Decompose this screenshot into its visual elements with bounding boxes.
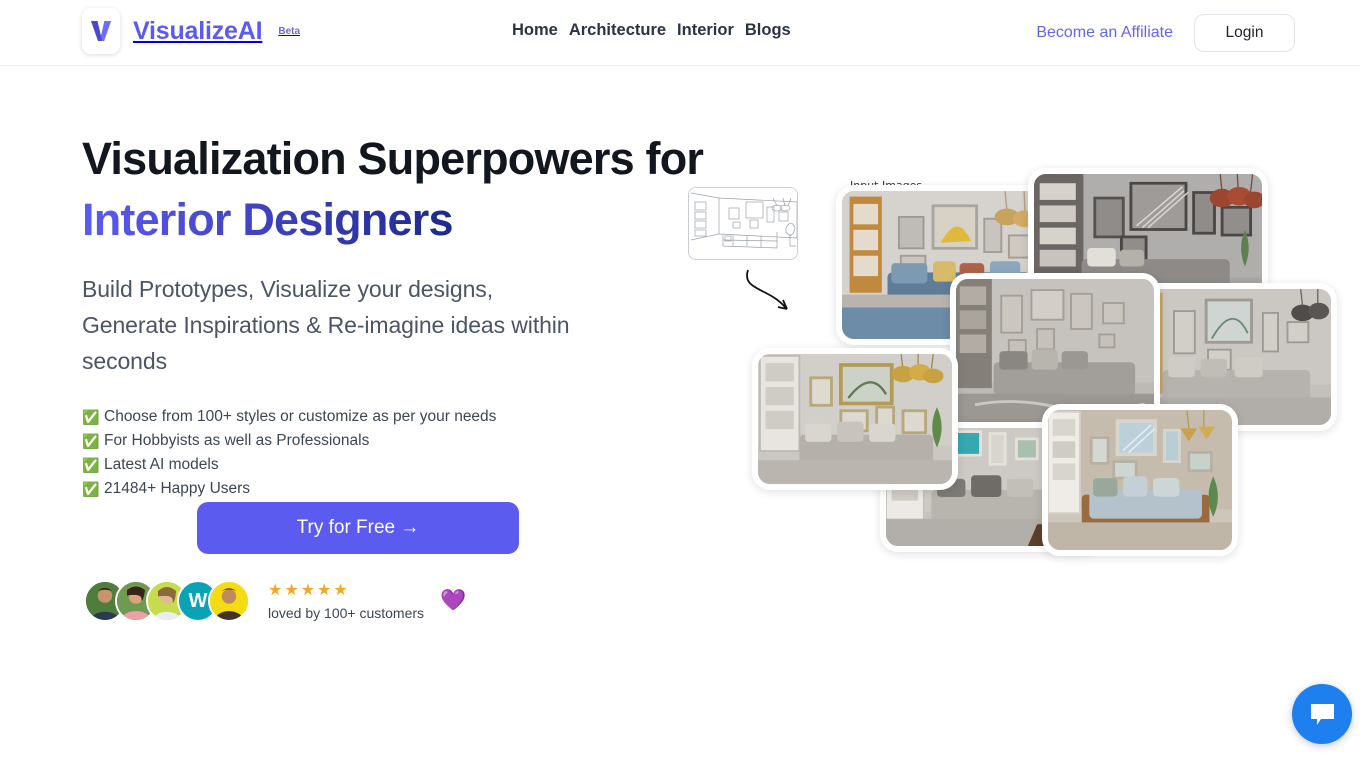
input-sketch-thumbnail <box>688 187 798 260</box>
brand-logo-link[interactable]: VisualizeAI Beta <box>82 8 300 54</box>
main-navigation: Home Architecture Interior Blogs <box>512 21 791 40</box>
list-item: ✅ Choose from 100+ styles or customize a… <box>82 405 682 429</box>
site-header: VisualizeAI Beta Home Architecture Interi… <box>0 0 1360 66</box>
brand-name: VisualizeAI <box>133 16 263 45</box>
generated-interior-image[interactable] <box>1042 404 1238 556</box>
rating-block: ★★★★★ loved by 100+ customers <box>268 582 424 621</box>
chat-widget-button[interactable] <box>1292 684 1352 744</box>
nav-item-interior[interactable]: Interior <box>677 21 734 40</box>
arrow-to-results-icon <box>746 269 788 310</box>
check-icon: ✅ <box>82 457 100 473</box>
feature-list: ✅ Choose from 100+ styles or customize a… <box>82 405 682 501</box>
star-rating-icon: ★★★★★ <box>268 581 350 599</box>
avatar-group: W <box>84 580 250 622</box>
feature-text: 21484+ Happy Users <box>104 480 251 497</box>
list-item: ✅ For Hobbyists as well as Professionals <box>82 429 682 453</box>
hero-subtitle: Build Prototypes, Visualize your designs… <box>82 276 570 374</box>
check-icon: ✅ <box>82 433 100 449</box>
list-item: ✅ Latest AI models <box>82 453 682 477</box>
generated-interior-image[interactable] <box>752 348 958 490</box>
login-button[interactable]: Login <box>1194 14 1295 52</box>
feature-text: Latest AI models <box>104 456 219 473</box>
list-item: ✅ 21484+ Happy Users <box>82 477 682 501</box>
feature-text: Choose from 100+ styles or customize as … <box>104 408 497 425</box>
check-icon: ✅ <box>82 409 100 425</box>
social-proof-caption: loved by 100+ customers <box>268 604 425 621</box>
avatar <box>208 580 250 622</box>
heart-icon: 💜 <box>440 589 467 612</box>
brand-beta-tag: Beta <box>278 25 301 37</box>
hero-content: Visualization Superpowers for Interior D… <box>82 128 704 622</box>
header-actions: Become an Affiliate Login <box>1036 14 1295 52</box>
chat-bubble-icon <box>1310 703 1334 725</box>
become-affiliate-link[interactable]: Become an Affiliate <box>1036 24 1173 42</box>
showcase-collage: Input Images <box>660 160 1337 590</box>
nav-item-blogs[interactable]: Blogs <box>745 21 791 40</box>
nav-item-architecture[interactable]: Architecture <box>569 21 666 40</box>
avatar-letter: W <box>188 589 208 612</box>
check-icon: ✅ <box>82 481 100 497</box>
page-title-accent: Interior Designers <box>82 189 454 250</box>
v-logo-icon <box>82 8 120 54</box>
nav-item-home[interactable]: Home <box>512 21 558 40</box>
try-for-free-button[interactable]: Try for Free → <box>197 502 519 554</box>
page-title: Visualization Superpowers for <box>82 133 704 184</box>
social-proof: W ★★★★★ loved by 100+ customers 💜 <box>84 580 466 622</box>
feature-text: For Hobbyists as well as Professionals <box>104 432 370 449</box>
